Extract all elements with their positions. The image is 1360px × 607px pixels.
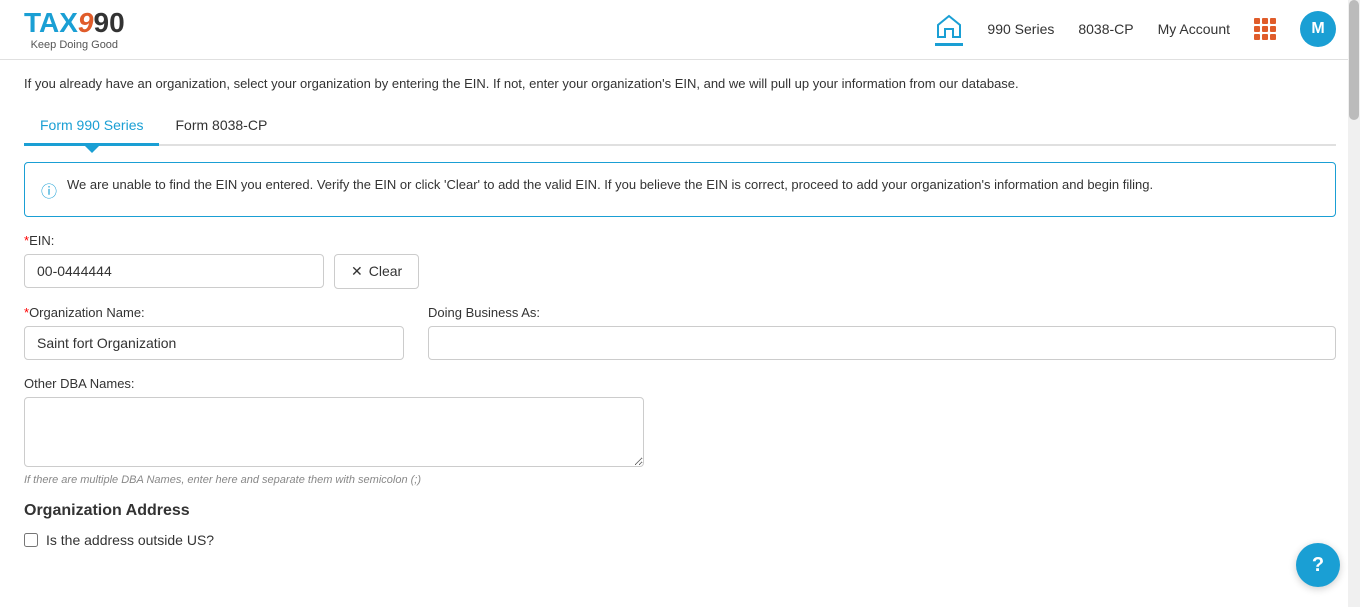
dba-input[interactable] — [428, 326, 1336, 360]
ein-field-group: *EIN: ✕ Clear — [24, 233, 1336, 289]
other-dba-textarea[interactable] — [24, 397, 644, 467]
other-dba-label: Other DBA Names: — [24, 376, 1336, 391]
org-address-title: Organization Address — [24, 502, 1336, 520]
dba-label: Doing Business As: — [428, 305, 1336, 320]
nav-my-account[interactable]: My Account — [1158, 21, 1230, 37]
logo-tax: TAX — [24, 7, 78, 38]
header-nav: 990 Series 8038-CP My Account M — [935, 11, 1336, 47]
home-nav-button[interactable] — [935, 13, 963, 46]
tab-form-990-series[interactable]: Form 990 Series — [24, 107, 159, 146]
main-content: If you already have an organization, sel… — [0, 60, 1360, 564]
org-name-field-group: *Organization Name: — [24, 305, 404, 360]
user-avatar[interactable]: M — [1300, 11, 1336, 47]
org-name-input[interactable] — [24, 326, 404, 360]
logo-ninety: 90 — [94, 7, 125, 38]
org-name-label: *Organization Name: — [24, 305, 404, 320]
header: TAX990 Keep Doing Good 990 Series 8038-C… — [0, 0, 1360, 60]
nav-990-series[interactable]: 990 Series — [987, 21, 1054, 37]
ein-label: *EIN: — [24, 233, 1336, 248]
logo-subtitle: Keep Doing Good — [24, 39, 125, 51]
outside-us-row: Is the address outside US? — [24, 532, 1336, 548]
ein-input[interactable] — [24, 254, 324, 288]
help-button[interactable]: ? — [1296, 543, 1340, 587]
outside-us-checkbox[interactable] — [24, 533, 38, 547]
apps-grid-icon[interactable] — [1254, 18, 1276, 40]
outside-us-label: Is the address outside US? — [46, 532, 214, 548]
other-dba-field-group: Other DBA Names: If there are multiple D… — [24, 376, 1336, 486]
other-dba-hint: If there are multiple DBA Names, enter h… — [24, 474, 1336, 486]
scrollbar-thumb[interactable] — [1349, 0, 1359, 120]
logo: TAX990 Keep Doing Good — [24, 8, 125, 51]
nav-8038cp[interactable]: 8038-CP — [1078, 21, 1133, 37]
dba-field-group: Doing Business As: — [428, 305, 1336, 360]
tab-form-8038cp[interactable]: Form 8038-CP — [159, 107, 283, 144]
logo-nine: 9 — [78, 7, 94, 38]
org-name-dba-row: *Organization Name: Doing Business As: — [24, 305, 1336, 360]
intro-text: If you already have an organization, sel… — [24, 76, 1336, 91]
info-message: We are unable to find the EIN you entere… — [67, 177, 1153, 192]
tabs: Form 990 Series Form 8038-CP — [24, 107, 1336, 146]
ein-input-row: ✕ Clear — [24, 254, 1336, 289]
close-icon: ✕ — [351, 263, 363, 280]
clear-button[interactable]: ✕ Clear — [334, 254, 419, 289]
logo-text: TAX990 — [24, 8, 125, 39]
scrollbar-track[interactable] — [1348, 0, 1360, 607]
info-icon: ⓘ — [41, 178, 57, 202]
info-box: ⓘ We are unable to find the EIN you ente… — [24, 162, 1336, 217]
